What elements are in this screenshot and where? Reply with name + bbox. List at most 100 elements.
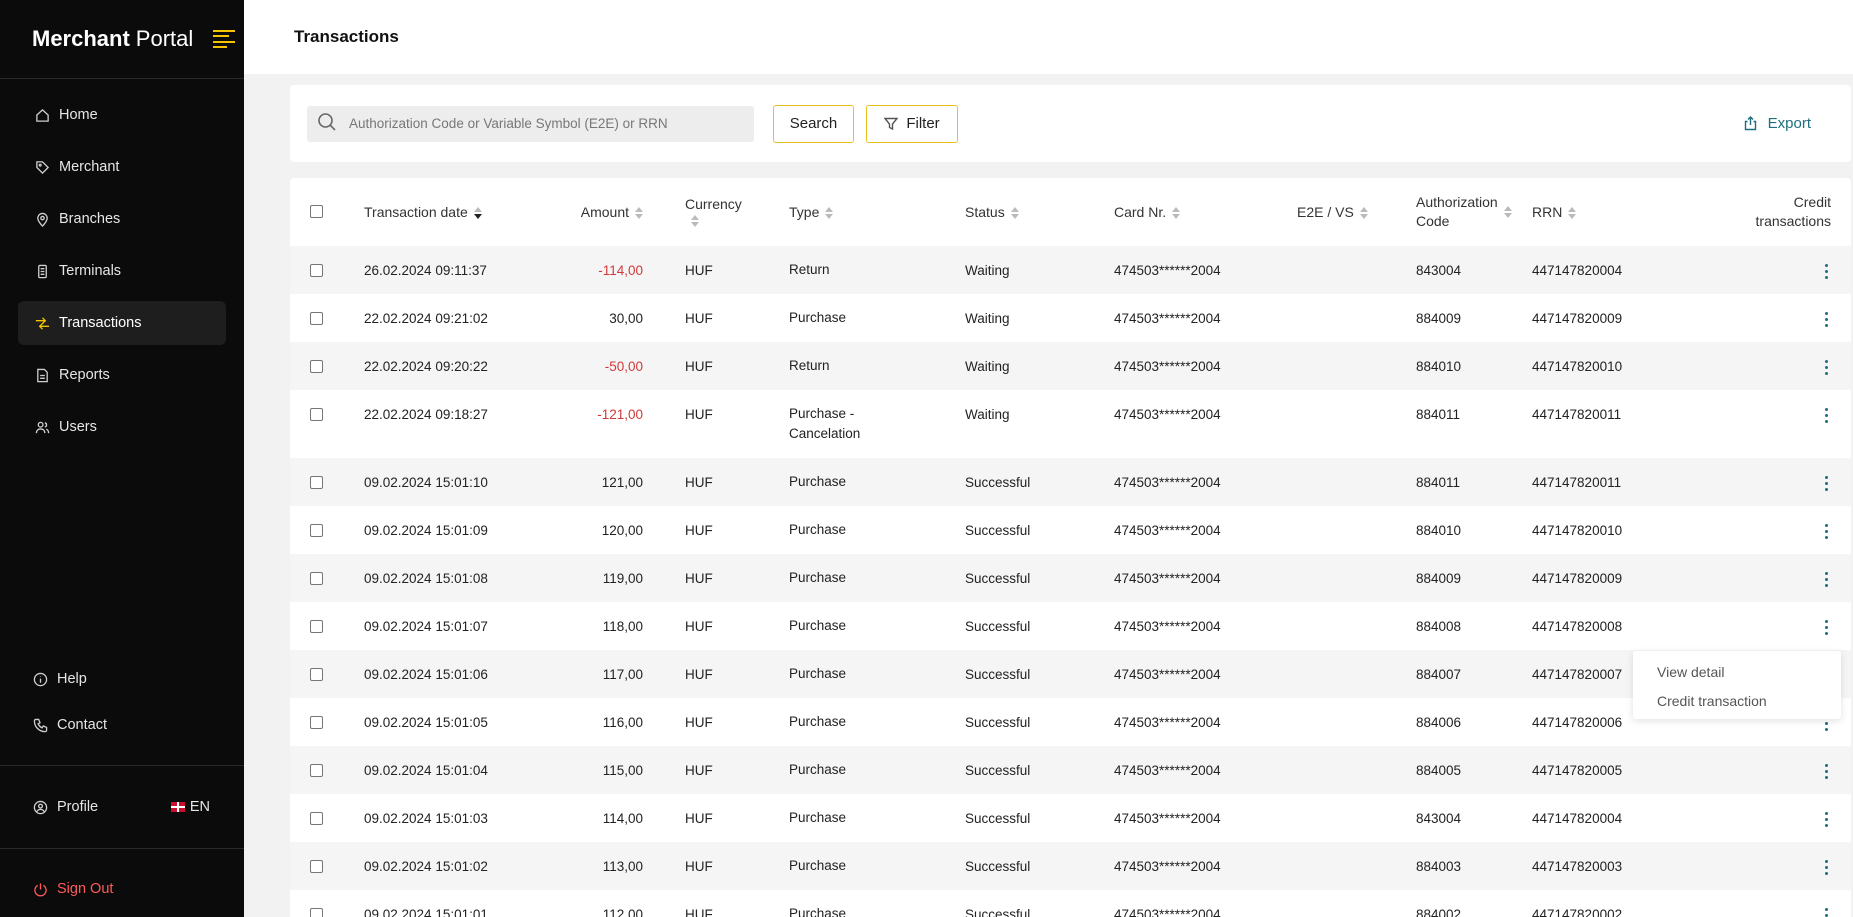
row-actions-kebab-icon[interactable] — [1821, 476, 1831, 491]
table-row[interactable]: 09.02.2024 15:01:03 114,00 HUF Purchase Succ… — [290, 794, 1851, 842]
cell-currency: HUF — [685, 667, 713, 682]
cell-type: Purchase — [789, 858, 847, 873]
table-row[interactable]: 09.02.2024 15:01:02 113,00 HUF Purchase Succ… — [290, 842, 1851, 890]
row-actions-kebab-icon[interactable] — [1821, 264, 1831, 279]
row-actions-kebab-icon[interactable] — [1821, 524, 1831, 539]
row-actions-kebab-icon[interactable] — [1821, 408, 1831, 423]
cell-currency: HUF — [685, 619, 713, 634]
sidebar-item-users[interactable]: Users — [18, 405, 226, 449]
filter-label: Filter — [906, 115, 940, 132]
cell-e2e — [1263, 390, 1382, 458]
sidebar-item-reports[interactable]: Reports — [18, 353, 226, 397]
menu-item-view-detail[interactable]: View detail — [1633, 657, 1841, 686]
table-row[interactable]: 09.02.2024 15:01:05 116,00 HUF Purchase Succ… — [290, 698, 1851, 746]
column-header-type[interactable]: Type — [755, 178, 931, 246]
column-header-currency[interactable]: Currency — [651, 178, 755, 246]
sidebar-item-home[interactable]: Home — [18, 93, 226, 137]
profile-link[interactable]: Profile — [57, 799, 98, 815]
table-row[interactable]: 09.02.2024 15:01:08 119,00 HUF Purchase Succ… — [290, 554, 1851, 602]
search-box — [307, 105, 754, 142]
column-header-e2e[interactable]: E2E / VS — [1263, 178, 1382, 246]
transactions-table-card: Transaction date Amount Currency Type St… — [290, 178, 1851, 917]
column-header-status[interactable]: Status — [931, 178, 1080, 246]
row-checkbox[interactable] — [310, 572, 323, 585]
export-button[interactable]: Export — [1743, 115, 1811, 132]
table-row[interactable]: 22.02.2024 09:20:22 -50,00 HUF Return Waitin… — [290, 342, 1851, 390]
row-actions-kebab-icon[interactable] — [1821, 764, 1831, 779]
table-row[interactable]: 22.02.2024 09:21:02 30,00 HUF Purchase Waiti… — [290, 294, 1851, 342]
row-checkbox[interactable] — [310, 716, 323, 729]
row-checkbox[interactable] — [310, 764, 323, 777]
row-actions-kebab-icon[interactable] — [1821, 572, 1831, 587]
cell-card: 474503******2004 — [1114, 811, 1221, 826]
sidebar-item-label: Branches — [59, 211, 121, 227]
row-actions-kebab-icon[interactable] — [1821, 812, 1831, 827]
cell-card: 474503******2004 — [1114, 359, 1221, 374]
cell-status: Successful — [965, 715, 1031, 730]
cell-rrn: 447147820002 — [1532, 907, 1623, 917]
column-header-amount[interactable]: Amount — [534, 178, 651, 246]
cell-currency: HUF — [685, 407, 713, 422]
row-actions-kebab-icon[interactable] — [1821, 620, 1831, 635]
sidebar-item-branches[interactable]: Branches — [18, 197, 226, 241]
row-actions-kebab-icon[interactable] — [1821, 908, 1831, 917]
row-checkbox[interactable] — [310, 408, 323, 421]
cell-status: Successful — [965, 763, 1031, 778]
select-all-checkbox[interactable] — [310, 205, 323, 218]
table-row[interactable]: 09.02.2024 15:01:09 120,00 HUF Purchase Succ… — [290, 506, 1851, 554]
sidebar-item-merchant[interactable]: Merchant — [18, 145, 226, 189]
cell-auth-code: 884005 — [1416, 763, 1462, 778]
table-row[interactable]: 09.02.2024 15:01:10 121,00 HUF Purchase Succ… — [290, 458, 1851, 506]
sidebar-item-contact[interactable]: Contact — [0, 702, 244, 748]
cell-amount: 118,00 — [602, 619, 643, 634]
search-button[interactable]: Search — [773, 104, 854, 143]
column-header-rrn[interactable]: RRN — [1520, 178, 1680, 246]
row-actions-kebab-icon[interactable] — [1821, 860, 1831, 875]
sidebar-item-label: Reports — [59, 367, 110, 383]
row-checkbox[interactable] — [310, 312, 323, 325]
table-row[interactable]: 22.02.2024 09:18:27 -121,00 HUF Purchase - … — [290, 390, 1851, 458]
column-header-card[interactable]: Card Nr. — [1080, 178, 1263, 246]
cell-auth-code: 884010 — [1416, 523, 1462, 538]
sign-out-button[interactable]: Sign Out — [0, 849, 244, 917]
column-header-auth-code[interactable]: Authorization Code — [1382, 178, 1520, 246]
table-row[interactable]: 09.02.2024 15:01:04 115,00 HUF Purchase Succ… — [290, 746, 1851, 794]
column-header-date[interactable]: Transaction date — [364, 178, 534, 246]
sidebar-item-help[interactable]: Help — [0, 656, 244, 702]
row-actions-kebab-icon[interactable] — [1821, 360, 1831, 375]
row-checkbox[interactable] — [310, 360, 323, 373]
row-checkbox[interactable] — [310, 476, 323, 489]
cell-amount: 120,00 — [601, 523, 643, 538]
sidebar-item-transactions[interactable]: Transactions — [18, 301, 226, 345]
cell-type: Purchase — [789, 570, 847, 585]
row-checkbox[interactable] — [310, 620, 323, 633]
row-checkbox[interactable] — [310, 668, 323, 681]
search-toolbar: Search Filter Export — [290, 85, 1851, 162]
sidebar-item-label: Home — [59, 107, 98, 123]
table-row[interactable]: 09.02.2024 15:01:01 112,00 HUF Purchase Succ… — [290, 890, 1851, 917]
search-input[interactable] — [349, 116, 749, 131]
table-header-row: Transaction date Amount Currency Type St… — [290, 178, 1851, 246]
sort-icon — [1503, 205, 1512, 219]
table-row[interactable]: 09.02.2024 15:01:06 117,00 HUF Purchase Succ… — [290, 650, 1851, 698]
menu-item-credit-transaction[interactable]: Credit transaction — [1633, 686, 1841, 715]
row-checkbox[interactable] — [310, 908, 323, 917]
cell-currency: HUF — [685, 263, 713, 278]
row-checkbox[interactable] — [310, 812, 323, 825]
sidebar-item-label: Merchant — [59, 159, 120, 175]
table-row[interactable]: 26.02.2024 09:11:37 -114,00 HUF Return Waiti… — [290, 246, 1851, 294]
cell-e2e — [1263, 554, 1382, 602]
cell-rrn: 447147820005 — [1532, 763, 1623, 778]
row-checkbox[interactable] — [310, 524, 323, 537]
table-row[interactable]: 09.02.2024 15:01:07 118,00 HUF Purchase Succ… — [290, 602, 1851, 650]
row-actions-kebab-icon[interactable] — [1821, 312, 1831, 327]
cell-e2e — [1263, 698, 1382, 746]
row-checkbox[interactable] — [310, 264, 323, 277]
filter-button[interactable]: Filter — [866, 104, 958, 143]
row-checkbox[interactable] — [310, 860, 323, 873]
profile-row: Profile EN — [0, 766, 244, 848]
language-selector[interactable]: EN — [170, 799, 210, 815]
page-header: Transactions — [244, 0, 1853, 74]
menu-toggle-icon[interactable] — [213, 30, 236, 48]
sidebar-item-terminals[interactable]: Terminals — [18, 249, 226, 293]
